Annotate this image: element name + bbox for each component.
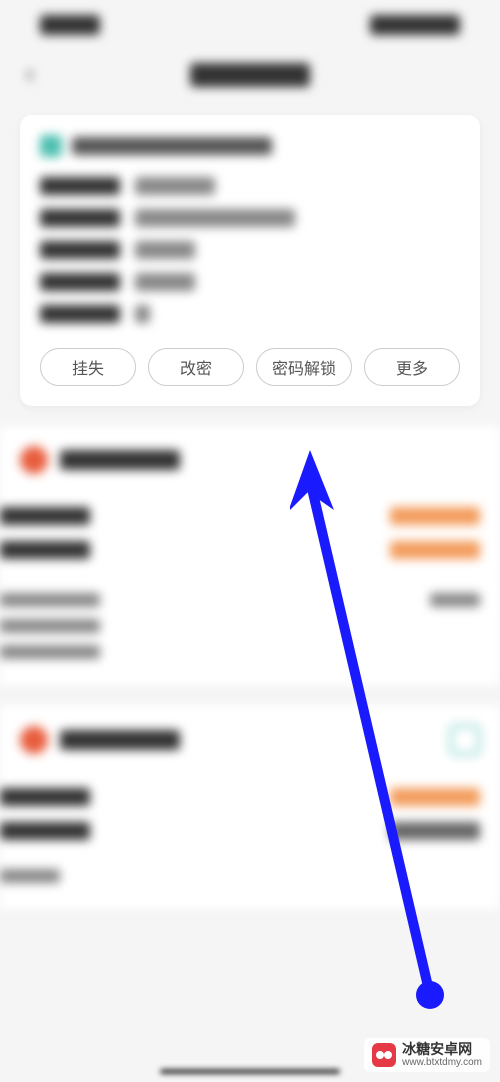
bank-icon bbox=[20, 446, 48, 474]
watermark-name: 冰糖安卓网 bbox=[402, 1042, 482, 1057]
card-bank-icon bbox=[40, 135, 62, 157]
section-detail-row bbox=[0, 613, 500, 639]
info-row bbox=[40, 177, 460, 195]
password-unlock-button[interactable]: 密码解锁 bbox=[256, 348, 352, 386]
bank-icon bbox=[20, 726, 48, 754]
section-header bbox=[0, 725, 500, 755]
page-title bbox=[190, 63, 310, 87]
watermark-url: www.btxtdmy.com bbox=[402, 1057, 482, 1068]
watermark-logo-icon bbox=[372, 1043, 396, 1067]
page-header bbox=[0, 50, 500, 100]
info-row bbox=[40, 209, 460, 227]
report-loss-button[interactable]: 挂失 bbox=[40, 348, 136, 386]
status-indicators bbox=[370, 15, 460, 35]
section-detail-row bbox=[0, 863, 500, 889]
section-detail-row bbox=[0, 587, 500, 613]
back-icon[interactable] bbox=[20, 65, 40, 85]
account-section-2 bbox=[0, 705, 500, 909]
change-password-button[interactable]: 改密 bbox=[148, 348, 244, 386]
info-row bbox=[40, 305, 460, 323]
section-title bbox=[60, 450, 180, 470]
section-title bbox=[60, 730, 180, 750]
section-header bbox=[0, 446, 500, 474]
main-card: 挂失 改密 密码解锁 更多 bbox=[20, 115, 480, 406]
info-row bbox=[40, 241, 460, 259]
watermark: 冰糖安卓网 www.btxtdmy.com bbox=[364, 1038, 490, 1072]
section-row bbox=[0, 533, 500, 567]
section-row bbox=[0, 780, 500, 814]
status-time bbox=[40, 15, 100, 35]
info-row bbox=[40, 273, 460, 291]
section-detail-row bbox=[0, 639, 500, 665]
home-indicator bbox=[160, 1069, 340, 1074]
more-button[interactable]: 更多 bbox=[364, 348, 460, 386]
status-bar bbox=[0, 0, 500, 50]
action-button-row: 挂失 改密 密码解锁 更多 bbox=[40, 348, 460, 386]
card-header bbox=[40, 135, 460, 157]
card-title bbox=[72, 137, 272, 155]
section-row bbox=[0, 499, 500, 533]
section-row bbox=[0, 814, 500, 848]
badge-icon bbox=[450, 725, 480, 755]
account-section-1 bbox=[0, 426, 500, 685]
